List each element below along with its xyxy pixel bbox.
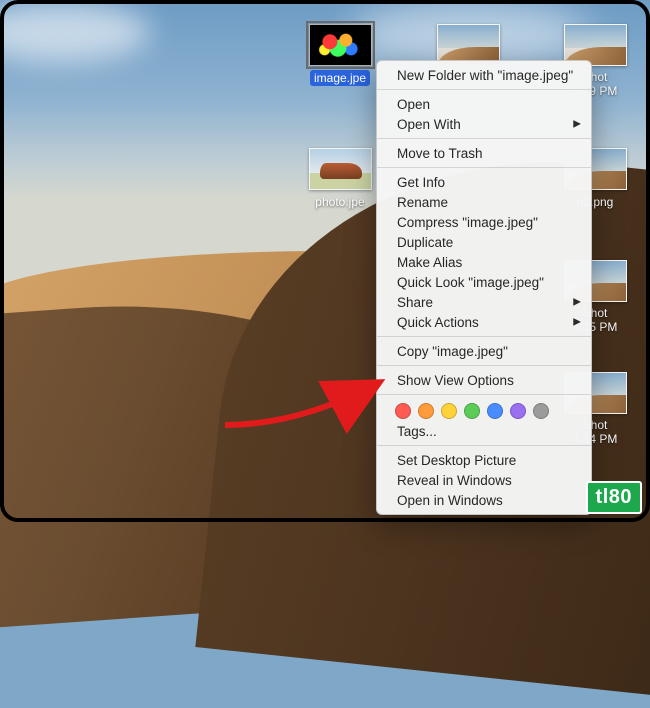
menu-open-in-windows[interactable]: Open in Windows	[377, 490, 591, 510]
tag-color-dot[interactable]	[533, 403, 549, 419]
menu-copy[interactable]: Copy "image.jpeg"	[377, 341, 591, 361]
menu-open-with[interactable]: Open With ▶	[377, 114, 591, 134]
menu-set-desktop-picture[interactable]: Set Desktop Picture	[377, 450, 591, 470]
menu-separator	[377, 167, 591, 168]
menu-make-alias[interactable]: Make Alias	[377, 252, 591, 272]
menu-new-folder[interactable]: New Folder with "image.jpeg"	[377, 65, 591, 85]
tag-color-dot[interactable]	[418, 403, 434, 419]
menu-separator	[377, 365, 591, 366]
chevron-right-icon: ▶	[573, 317, 581, 328]
menu-separator	[377, 89, 591, 90]
menu-open[interactable]: Open	[377, 94, 591, 114]
annotation-arrow-icon	[220, 370, 400, 440]
menu-separator	[377, 138, 591, 139]
tag-color-dot[interactable]	[441, 403, 457, 419]
watermark-badge: tl80	[586, 481, 642, 514]
menu-tags[interactable]: Tags...	[377, 421, 591, 441]
desktop-icon-image[interactable]: image.jpe	[300, 24, 380, 87]
thumbnail-image	[309, 24, 372, 66]
desktop-icon-photo[interactable]: photo.jpe	[300, 148, 380, 211]
menu-duplicate[interactable]: Duplicate	[377, 232, 591, 252]
chevron-right-icon: ▶	[573, 297, 581, 308]
chevron-right-icon: ▶	[573, 119, 581, 130]
menu-tag-colors-row	[377, 399, 591, 421]
menu-compress[interactable]: Compress "image.jpeg"	[377, 212, 591, 232]
tag-color-dot[interactable]	[487, 403, 503, 419]
icon-label: image.jpe	[310, 70, 370, 86]
menu-get-info[interactable]: Get Info	[377, 172, 591, 192]
thumbnail-image	[309, 148, 372, 190]
icon-label: photo.jpe	[311, 194, 368, 210]
menu-quick-actions[interactable]: Quick Actions ▶	[377, 312, 591, 332]
menu-reveal-in-windows[interactable]: Reveal in Windows	[377, 470, 591, 490]
menu-separator	[377, 394, 591, 395]
tag-color-dot[interactable]	[464, 403, 480, 419]
tag-color-dot[interactable]	[510, 403, 526, 419]
menu-rename[interactable]: Rename	[377, 192, 591, 212]
menu-quick-look[interactable]: Quick Look "image.jpeg"	[377, 272, 591, 292]
menu-separator	[377, 445, 591, 446]
menu-view-options[interactable]: Show View Options	[377, 370, 591, 390]
menu-move-to-trash[interactable]: Move to Trash	[377, 143, 591, 163]
context-menu: New Folder with "image.jpeg" Open Open W…	[376, 60, 592, 515]
menu-separator	[377, 336, 591, 337]
menu-share[interactable]: Share ▶	[377, 292, 591, 312]
